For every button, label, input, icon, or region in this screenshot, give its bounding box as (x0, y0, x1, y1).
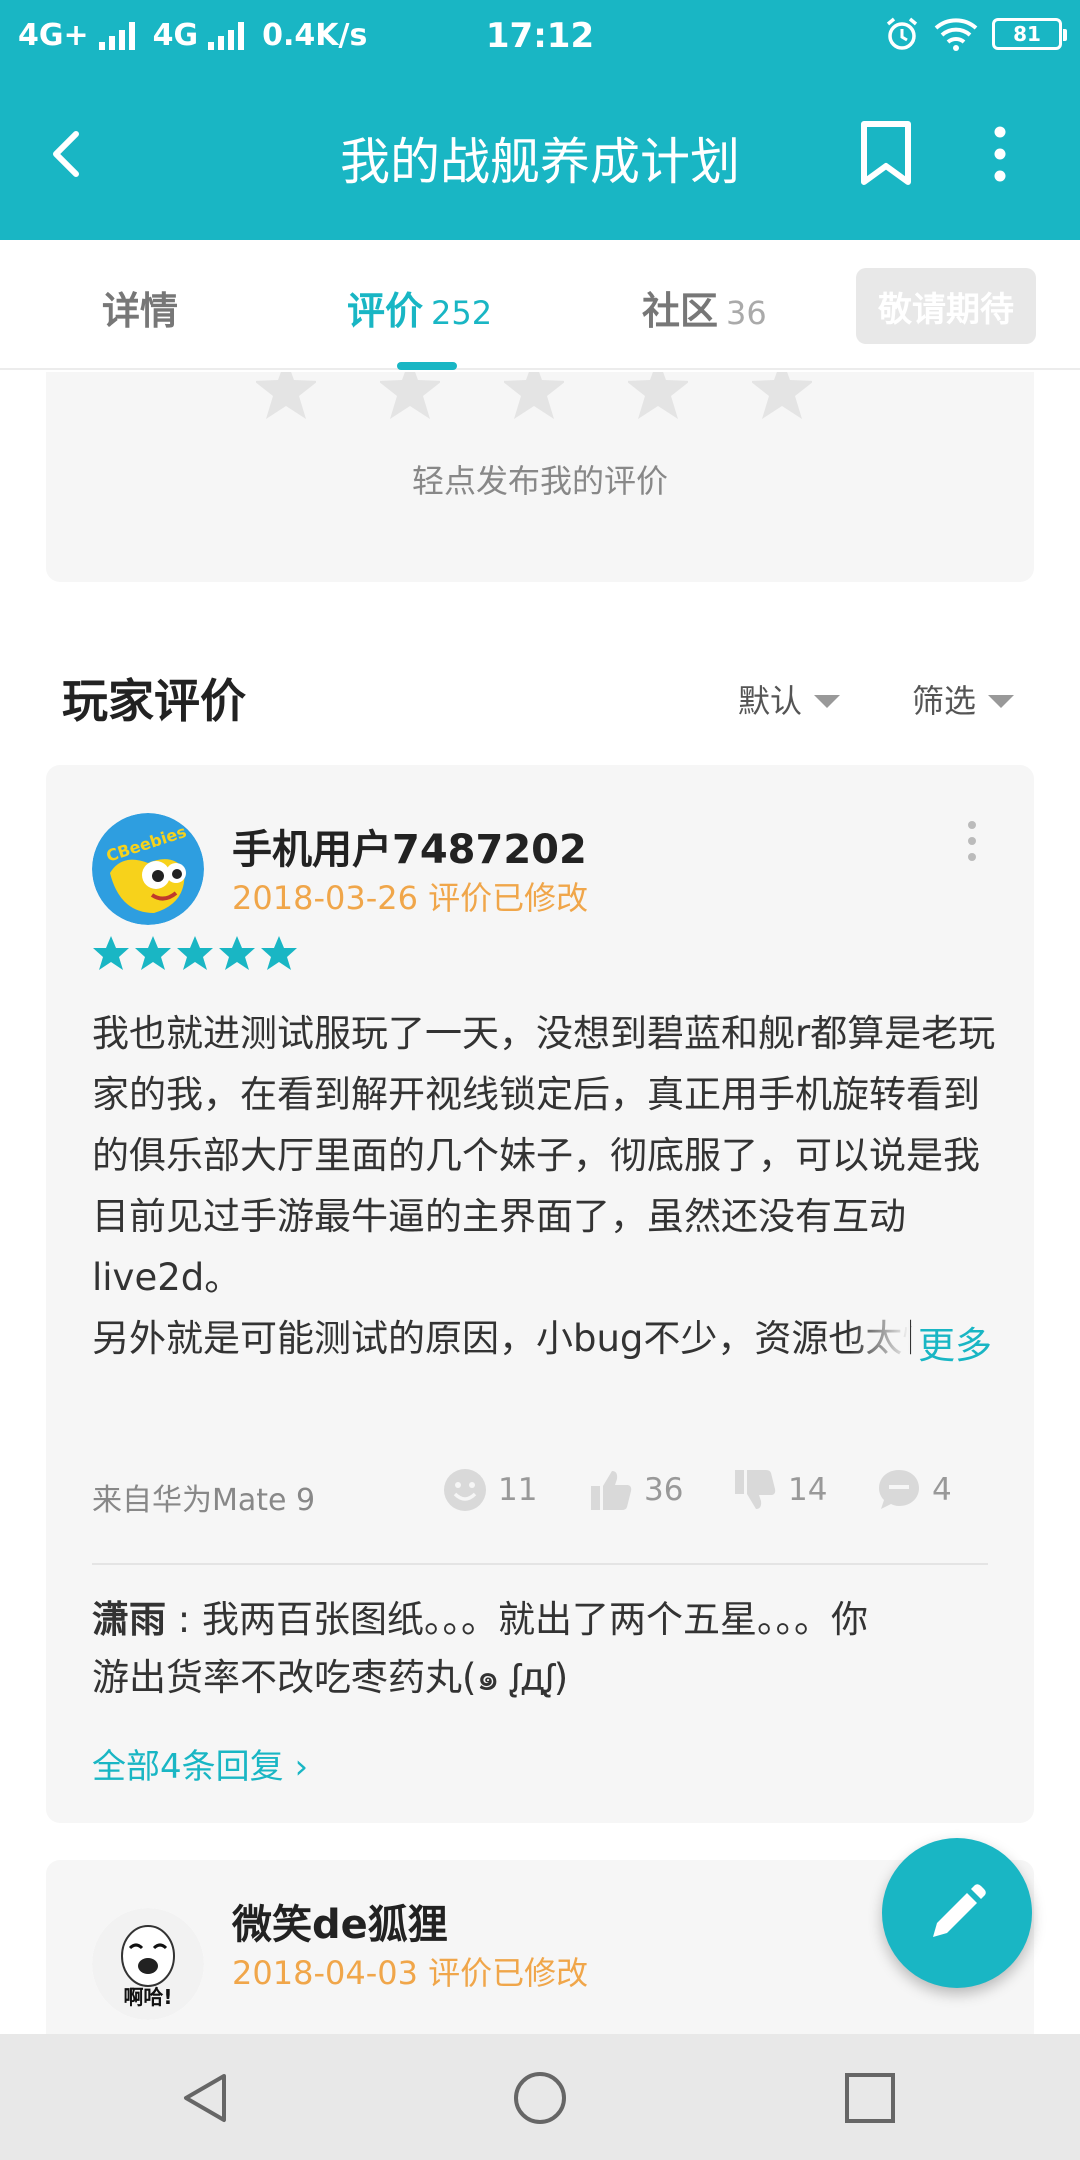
tab-reviews-count: 252 (431, 294, 493, 332)
review-date-value: 2018-04-03 (232, 1954, 418, 1992)
tab-community-label: 社区 (642, 289, 719, 333)
sort-label: 默认 (738, 682, 803, 720)
review-more-icon[interactable] (968, 821, 978, 865)
tab-indicator (397, 362, 457, 370)
tab-community[interactable]: 社区 36 (642, 280, 767, 335)
tab-bar: 详情 评价 252 社区 36 敬请期待 (0, 240, 1080, 370)
star-outline-icon[interactable] (752, 372, 812, 422)
reply-author[interactable]: 潇雨 (92, 1598, 166, 1641)
filter-label: 筛选 (912, 682, 977, 720)
star-filled-icon (93, 936, 129, 970)
all-replies-link[interactable]: 全部4条回复 › (92, 1739, 308, 1788)
star-outline-icon[interactable] (256, 372, 316, 422)
funny-count: 11 (498, 1472, 538, 1508)
text-fade (850, 1314, 910, 1375)
nav-home-icon[interactable] (512, 2070, 568, 2126)
thumbs-down-icon (735, 1470, 776, 1509)
dislike-count: 14 (788, 1472, 828, 1508)
tab-community-count: 36 (726, 294, 767, 332)
star-filled-icon (135, 936, 171, 970)
sort-dropdown[interactable]: 默认 (738, 676, 841, 722)
status-bar: 4G+ 4G 0.4K/s 17:12 81 (0, 0, 1080, 74)
avatar-meme-face-icon: 啊哈! (92, 1908, 204, 2020)
rating-stars-input[interactable] (256, 372, 812, 422)
funny-button[interactable]: 11 (442, 1467, 537, 1513)
caret-down-icon (988, 694, 1015, 708)
caret-down-icon (814, 694, 841, 708)
divider (92, 1563, 988, 1565)
nav-recents-icon[interactable] (842, 2070, 898, 2126)
comment-button[interactable]: 4 (876, 1467, 952, 1513)
chevron-right-icon: › (294, 1747, 309, 1787)
review-paragraph: 我也就进测试服玩了一天，没想到碧蓝和舰r都算是老玩家的我，在看到解开视线锁定后，… (92, 1012, 996, 1299)
like-count: 36 (644, 1472, 684, 1508)
star-outline-icon[interactable] (380, 372, 440, 422)
comment-icon (879, 1470, 919, 1509)
reply-text: 我两百张图纸。。。就出了两个五星。。。你游出货率不改吃枣药丸(๑ ᶘдᶘ) (92, 1598, 868, 1699)
reviews-section-title: 玩家评价 (62, 674, 246, 728)
review-date: 2018-03-26 评价已修改 (232, 873, 588, 919)
app-bar: 我的战舰养成计划 (0, 74, 1080, 240)
star-outline-icon[interactable] (628, 372, 688, 422)
wifi-icon (934, 18, 978, 51)
review-date-value: 2018-03-26 (232, 879, 418, 917)
star-filled-icon (177, 936, 213, 970)
dislike-button[interactable]: 14 (732, 1467, 827, 1513)
review-date: 2018-04-03 评价已修改 (232, 1948, 588, 1994)
star-filled-icon (261, 936, 297, 970)
review-card: CBeebies 手机用户7487202 2018-03-26 评价已修改 我也… (46, 765, 1034, 1823)
avatar-cbeebies-icon: CBeebies (92, 813, 204, 925)
system-nav-bar (0, 2034, 1080, 2160)
bookmark-icon[interactable] (856, 118, 916, 188)
avatar[interactable]: CBeebies (92, 813, 204, 925)
rate-card: 轻点发布我的评价 (46, 372, 1034, 582)
write-review-button[interactable] (882, 1838, 1032, 1988)
like-button[interactable]: 36 (588, 1467, 683, 1513)
review-stars (92, 935, 298, 971)
status-right: 81 (884, 16, 1067, 52)
comment-count: 4 (932, 1472, 952, 1508)
star-outline-icon[interactable] (504, 372, 564, 422)
rate-hint[interactable]: 轻点发布我的评价 (46, 456, 1034, 502)
nav-back-icon[interactable] (178, 2070, 234, 2126)
coming-soon-button[interactable]: 敬请期待 (856, 268, 1036, 344)
tab-reviews[interactable]: 评价 252 (347, 280, 492, 335)
page-title: 我的战舰养成计划 (340, 133, 740, 191)
read-more-link[interactable]: 更多 (912, 1315, 992, 1369)
thumbs-up-icon (591, 1471, 632, 1510)
tab-details[interactable]: 详情 (102, 280, 178, 335)
smiley-icon (444, 1469, 486, 1511)
avatar-caption: 啊哈! (123, 1985, 172, 2009)
review-username[interactable]: 微笑de狐狸 (232, 1892, 448, 1950)
review-modified: 评价已修改 (428, 1954, 589, 1992)
tab-reviews-label: 评价 (347, 289, 424, 333)
review-device: 来自华为Mate 9 (92, 1483, 316, 1518)
review-username[interactable]: 手机用户7487202 (232, 817, 587, 875)
pencil-icon (933, 1884, 986, 1937)
more-vert-icon[interactable] (980, 124, 1020, 184)
battery-level: 81 (1013, 22, 1041, 46)
star-filled-icon (219, 936, 255, 970)
filter-dropdown[interactable]: 筛选 (912, 676, 1015, 722)
review-modified: 评价已修改 (428, 879, 589, 917)
all-replies-label: 全部4条回复 (92, 1747, 284, 1787)
avatar[interactable]: 啊哈! (92, 1908, 204, 2020)
reply-preview[interactable]: 潇雨 : 我两百张图纸。。。就出了两个五星。。。你游出货率不改吃枣药丸(๑ ᶘд… (92, 1591, 892, 1707)
alarm-icon (886, 17, 918, 50)
tab-details-label: 详情 (102, 289, 179, 333)
battery-icon: 81 (992, 18, 1067, 50)
